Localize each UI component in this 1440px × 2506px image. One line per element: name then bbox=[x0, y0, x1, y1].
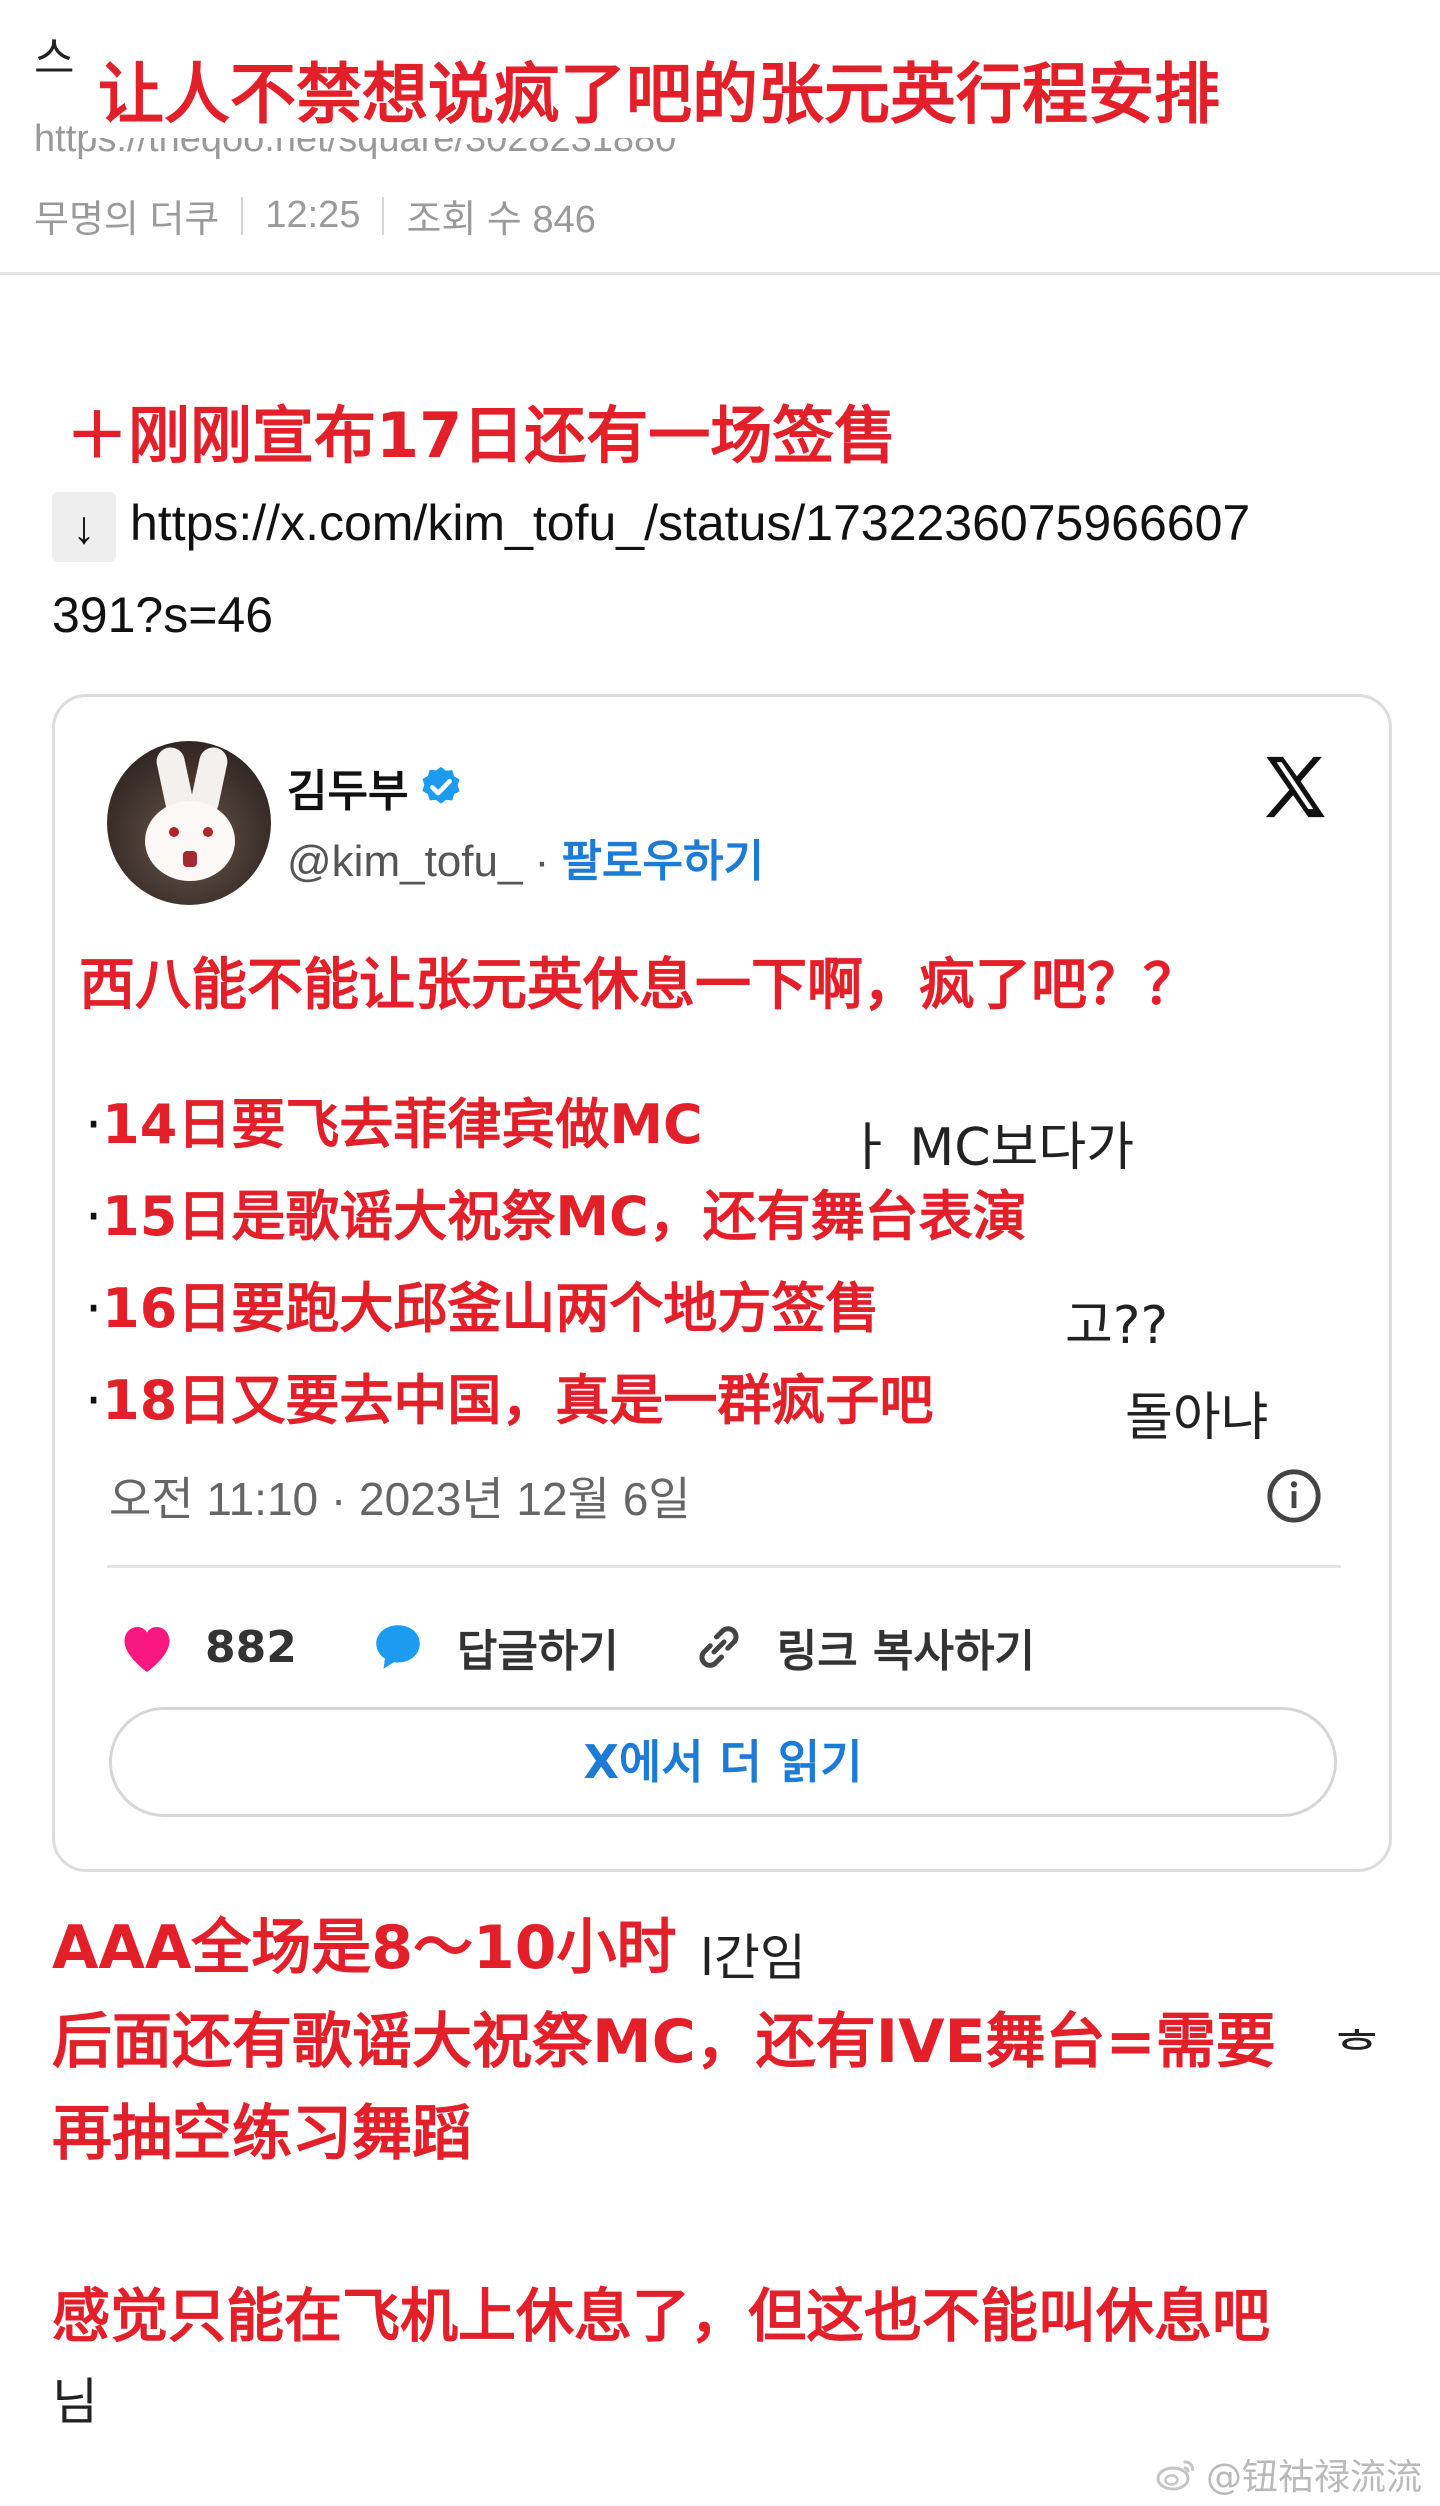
tweet-line: ·18日又要去中国，真是一群疯子吧 bbox=[85, 1365, 934, 1437]
tweet-handle[interactable]: @kim_tofu_ bbox=[287, 837, 522, 886]
weibo-logo-icon bbox=[1156, 2460, 1194, 2491]
post-title-overlay: 让人不禁想说疯了吧的张元英行程安排 bbox=[88, 52, 1230, 138]
body-line: 님 bbox=[52, 2373, 98, 2431]
tweet-line-underlying: ㅏ MC보다가 bbox=[845, 1118, 1135, 1178]
avatar-bunny-head bbox=[145, 801, 235, 881]
header-divider bbox=[0, 272, 1440, 275]
reply-bubble-icon bbox=[376, 1625, 420, 1669]
body-line-overlay: 再抽空练习舞蹈 bbox=[52, 2099, 472, 2169]
copy-link-label: 링크 복사하기 bbox=[776, 1626, 1035, 1677]
post-title-original: 스 bbox=[34, 33, 75, 84]
tweet-link-text-2[interactable]: 391?s=46 bbox=[52, 585, 273, 645]
info-icon[interactable] bbox=[1265, 1467, 1323, 1525]
tweet-line-bullet: · bbox=[85, 1185, 103, 1248]
reply-button[interactable]: 답글하기 bbox=[367, 1615, 619, 1679]
tweet-headline-overlay: 西八能不能让张元英休息一下啊，疯了吧？？ bbox=[79, 953, 1199, 1018]
tweet-link[interactable]: ↓ https://x.com/kim_tofu_/status/17322360… bbox=[52, 492, 1250, 562]
body-line-overlay: 感觉只能在飞机上休息了，但这也不能叫休息吧 bbox=[52, 2282, 1271, 2350]
tweet-timestamp[interactable]: 오전 11:10 · 2023년 12월 6일 bbox=[109, 1463, 691, 1529]
avatar[interactable] bbox=[107, 741, 271, 905]
tweet-link-text-1[interactable]: https://x.com/kim_tofu_/status/173223607… bbox=[130, 495, 1250, 551]
tweet-line: ·15日是歌谣大祝祭MC，还有舞台表演 bbox=[85, 1181, 1027, 1253]
tweet-author[interactable]: 김두부 bbox=[287, 755, 464, 819]
body-line-overlay: 后面还有歌谣大祝祭MC，还有IVE舞台=需要 bbox=[52, 2007, 1276, 2077]
meta-separator bbox=[241, 196, 244, 235]
meta-author[interactable]: 무명의 더쿠 bbox=[34, 188, 219, 243]
tweet-line-underlying: 고?? bbox=[1065, 1296, 1169, 1356]
tweet-author-name[interactable]: 김두부 bbox=[287, 755, 408, 819]
watermark-text: @钮祜禄流流 bbox=[1205, 2457, 1422, 2498]
meta-separator bbox=[382, 196, 385, 235]
tweet-line-overlay: 16日要跑大邱釜山两个地方签售 bbox=[102, 1277, 880, 1340]
tweet-line-bullet: · bbox=[85, 1369, 103, 1432]
body-line-overlay: AAA全场是8～10小时 bbox=[52, 1913, 677, 1983]
body-line-underlying: l간임 bbox=[700, 1929, 806, 1987]
tweet-line: ·16日要跑大邱釜山两个地方签售 bbox=[85, 1273, 880, 1345]
handle-dot: · bbox=[522, 837, 562, 886]
tweet-line-bullet: · bbox=[85, 1277, 103, 1340]
avatar-bunny-mouth bbox=[183, 851, 197, 867]
tweet-line-underlying: 돌아냐 bbox=[1125, 1388, 1269, 1448]
meta-views: 조회 수 846 bbox=[406, 199, 596, 241]
tweet-divider bbox=[107, 1565, 1341, 1568]
x-logo-icon[interactable] bbox=[1257, 749, 1333, 825]
arrow-down-icon: ↓ bbox=[52, 492, 116, 562]
tweet-line-overlay: 14日要飞去菲律宾做MC bbox=[102, 1093, 703, 1156]
link-icon bbox=[699, 1626, 739, 1668]
avatar-bunny-eye bbox=[203, 827, 213, 837]
read-on-x-button[interactable]: X에서 더 읽기 bbox=[109, 1707, 1337, 1817]
copy-link-button[interactable]: 링크 복사하기 bbox=[689, 1615, 1035, 1679]
like-button[interactable]: 882 bbox=[117, 1619, 297, 1675]
tweet-line: ·14日要飞去菲律宾做MC bbox=[85, 1089, 703, 1161]
tweet-line-bullet: · bbox=[85, 1093, 103, 1156]
like-count: 882 bbox=[205, 1621, 297, 1673]
follow-button[interactable]: 팔로우하기 bbox=[562, 837, 764, 886]
tweet-line-overlay: 18日又要去中国，真是一群疯子吧 bbox=[102, 1369, 934, 1432]
meta-time: 12:25 bbox=[265, 194, 361, 236]
update-note: ＋刚刚宣布17日还有一场签售 bbox=[66, 399, 897, 472]
weibo-watermark: @钮祜禄流流 bbox=[1154, 2448, 1422, 2500]
tweet-line-overlay: 15日是歌谣大祝祭MC，还有舞台表演 bbox=[102, 1185, 1027, 1248]
tweet-handle-row: @kim_tofu_ · 팔로우하기 bbox=[287, 825, 764, 889]
post-meta: 무명의 더쿠 12:25 조회 수 846 bbox=[34, 188, 596, 243]
body-line-underlying: ᄒ bbox=[1334, 2023, 1380, 2081]
tweet-embed-card[interactable]: 김두부 @kim_tofu_ · 팔로우하기 西八能不能让张元英休息一下啊，疯了… bbox=[52, 694, 1392, 1872]
reply-label: 답글하기 bbox=[456, 1626, 619, 1677]
heart-icon bbox=[124, 1627, 170, 1672]
avatar-bunny-eye bbox=[169, 827, 179, 837]
tweet-actions: 882 답글하기 링크 복사하기 bbox=[117, 1615, 1105, 1679]
verified-badge-icon bbox=[422, 766, 461, 804]
